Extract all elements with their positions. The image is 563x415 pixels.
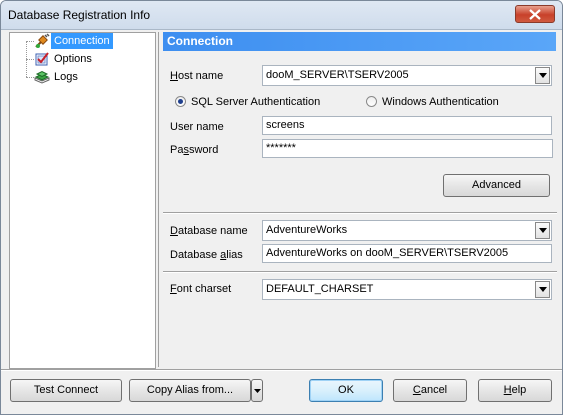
dialog-window: Database Registration Info Connection Op… [0,0,563,415]
font-charset-combo[interactable]: DEFAULT_CHARSET [262,279,552,300]
database-name-value: AdventureWorks [266,224,348,236]
host-name-dropdown-button[interactable] [535,67,550,84]
tree-line [26,59,34,60]
section-tree: Connection Options Logs [9,32,156,369]
password-label: Password [170,144,219,156]
tree-item-label: Logs [54,71,78,83]
options-check-icon [34,51,50,67]
window-title: Database Registration Info [8,8,151,22]
tree-item-options[interactable]: Options [34,51,95,67]
close-icon [529,9,541,20]
logs-book-icon [34,69,50,85]
user-name-label: User name [170,121,224,133]
footer-divider [1,369,562,371]
radio-selected-indicator [175,96,186,107]
font-charset-label: Font charset [170,283,232,295]
host-name-value: dooM_SERVER\TSERV2005 [266,69,409,81]
title-bar: Database Registration Info [1,1,562,30]
copy-alias-dropdown-button[interactable] [251,379,263,402]
chevron-down-icon [539,228,547,233]
help-button[interactable]: Help [478,379,552,402]
chevron-down-icon [539,287,547,292]
database-alias-label: Database alias [170,249,243,261]
test-connect-button[interactable]: Test Connect [10,379,122,402]
windows-auth-radio[interactable]: Windows Authentication [366,95,499,109]
cancel-button[interactable]: Cancel [393,379,467,402]
database-name-combo[interactable]: AdventureWorks [262,220,552,241]
database-name-dropdown-button[interactable] [535,222,550,239]
tree-line [26,77,34,78]
windows-auth-label: Windows Authentication [382,96,499,108]
database-name-label: Database name [170,225,248,237]
tree-line [26,41,34,42]
host-name-label: Host name [170,70,224,82]
tree-item-label: Options [54,53,92,65]
ok-button[interactable]: OK [309,379,383,402]
radio-indicator [366,96,377,107]
font-charset-value: DEFAULT_CHARSET [266,283,374,295]
database-alias-input[interactable]: AdventureWorks on dooM_SERVER\TSERV2005 [262,244,552,263]
chevron-down-icon [539,73,547,78]
sql-auth-label: SQL Server Authentication [191,96,321,108]
chevron-down-icon [254,389,261,393]
password-input[interactable]: ******* [262,139,553,158]
host-name-combo[interactable]: dooM_SERVER\TSERV2005 [262,65,552,86]
copy-alias-button[interactable]: Copy Alias from... [129,379,251,402]
advanced-button[interactable]: Advanced [443,174,550,197]
tree-item-logs[interactable]: Logs [34,69,81,85]
connection-plug-icon [34,33,50,49]
tree-item-label: Connection [51,33,113,49]
connection-panel: Connection Host name dooM_SERVER\TSERV20… [158,32,561,367]
sql-auth-radio[interactable]: SQL Server Authentication [175,95,320,109]
panel-header: Connection [163,32,556,51]
close-button[interactable] [515,5,555,23]
user-name-input[interactable]: screens [262,116,552,135]
tree-item-connection[interactable]: Connection [34,33,116,49]
section-divider [163,271,557,273]
font-charset-dropdown-button[interactable] [535,281,550,298]
section-divider [163,212,557,214]
